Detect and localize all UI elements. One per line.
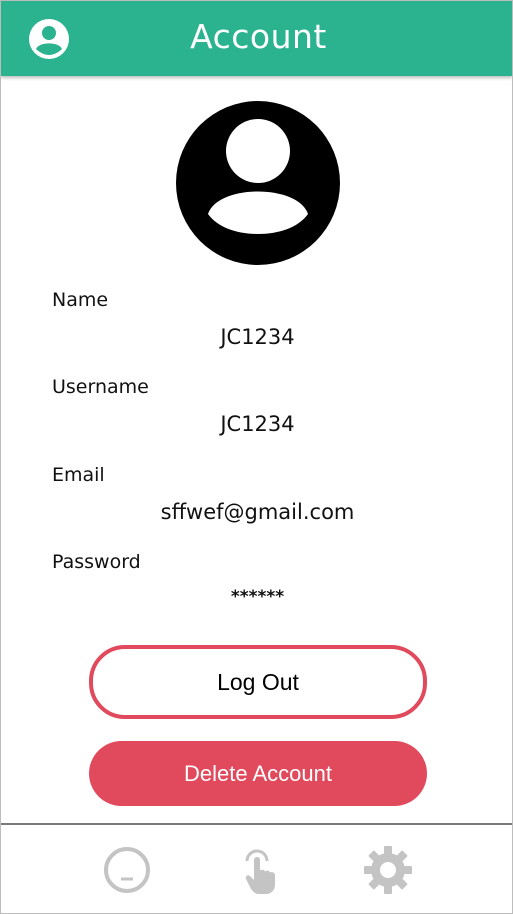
- app-bar: Account: [1, 1, 512, 76]
- avatar: [176, 101, 340, 265]
- account-screen: Account Name JC1234 Username JC1234 Emai…: [0, 0, 513, 914]
- name-value: JC1234: [220, 325, 295, 349]
- page-title: Account: [190, 17, 327, 56]
- logout-button[interactable]: Log Out: [89, 645, 427, 719]
- delete-account-button[interactable]: Delete Account: [89, 741, 427, 806]
- email-label: Email: [52, 464, 105, 486]
- username-label: Username: [52, 376, 149, 398]
- name-label: Name: [52, 289, 109, 311]
- username-value: JC1234: [220, 412, 295, 436]
- gear-icon[interactable]: [363, 845, 413, 895]
- minimize-circle-icon[interactable]: [102, 845, 152, 895]
- touch-hand-icon[interactable]: [237, 845, 287, 895]
- email-value: sffwef@gmail.com: [160, 500, 355, 524]
- password-label: Password: [52, 551, 141, 573]
- bottom-nav: [1, 823, 512, 913]
- password-value: ******: [230, 587, 285, 607]
